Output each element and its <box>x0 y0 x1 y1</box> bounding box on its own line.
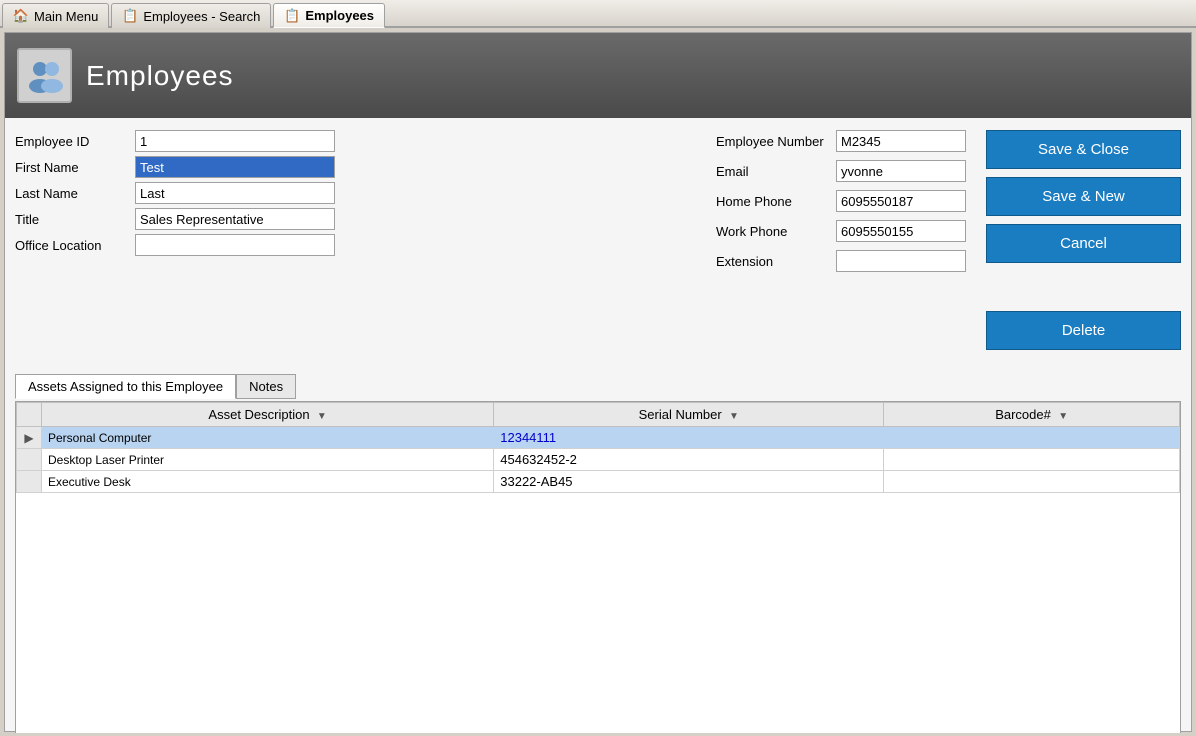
serial-number-cell: 33222-AB45 <box>494 471 884 493</box>
content-wrapper: Employee ID First Name Last Name Title O… <box>5 118 1191 733</box>
office-location-input[interactable] <box>135 234 335 256</box>
office-location-label: Office Location <box>15 238 135 253</box>
employees-search-icon: 📋 <box>122 8 138 24</box>
employee-number-label: Employee Number <box>716 134 836 149</box>
home-phone-row: Home Phone <box>716 190 966 212</box>
section-tabs: Assets Assigned to this Employee Notes <box>5 368 1191 399</box>
asset-description-cell: Personal Computer <box>42 427 494 449</box>
home-phone-label: Home Phone <box>716 194 836 209</box>
form-area: Employee ID First Name Last Name Title O… <box>5 118 1191 368</box>
title-row: Title <box>15 208 686 230</box>
first-name-label: First Name <box>15 160 135 175</box>
asset-description-header[interactable]: Asset Description ▼ <box>42 403 494 427</box>
serial-number-cell: 12344111 <box>494 427 884 449</box>
extension-input[interactable] <box>836 250 966 272</box>
barcode-sort-icon: ▼ <box>1058 411 1068 422</box>
row-num-header <box>17 403 42 427</box>
barcode-cell <box>884 471 1180 493</box>
employee-number-input[interactable] <box>836 130 966 152</box>
email-label: Email <box>716 164 836 179</box>
first-name-input[interactable] <box>135 156 335 178</box>
row-num <box>17 471 42 493</box>
employee-number-row: Employee Number <box>716 130 966 152</box>
main-menu-icon: 🏠 <box>13 8 29 24</box>
table-row[interactable]: ▶ Personal Computer 12344111 <box>17 427 1180 449</box>
cancel-button[interactable]: Cancel <box>986 224 1181 263</box>
employee-id-input[interactable] <box>135 130 335 152</box>
notes-tab[interactable]: Notes <box>236 374 296 399</box>
button-column: Save & Close Save & New Cancel Delete <box>976 130 1181 358</box>
email-input[interactable] <box>836 160 966 182</box>
save-new-button[interactable]: Save & New <box>986 177 1181 216</box>
assets-table: Asset Description ▼ Serial Number ▼ Barc… <box>16 402 1180 493</box>
barcode-header[interactable]: Barcode# ▼ <box>884 403 1180 427</box>
form-left-fields: Employee ID First Name Last Name Title O… <box>15 130 686 358</box>
extension-row: Extension <box>716 250 966 272</box>
tab-main-menu[interactable]: 🏠 Main Menu <box>2 3 109 28</box>
header-icon <box>17 48 72 103</box>
work-phone-row: Work Phone <box>716 220 966 242</box>
last-name-row: Last Name <box>15 182 686 204</box>
page-title: Employees <box>86 60 234 92</box>
delete-button[interactable]: Delete <box>986 311 1181 350</box>
title-label: Title <box>15 212 135 227</box>
assets-tab[interactable]: Assets Assigned to this Employee <box>15 374 236 399</box>
tab-bar: 🏠 Main Menu 📋 Employees - Search 📋 Emplo… <box>0 0 1196 28</box>
tab-employees-search-label: Employees - Search <box>143 9 260 24</box>
save-close-button[interactable]: Save & Close <box>986 130 1181 169</box>
row-num <box>17 449 42 471</box>
title-input[interactable] <box>135 208 335 230</box>
tab-employees-label: Employees <box>305 8 374 23</box>
last-name-input[interactable] <box>135 182 335 204</box>
asset-description-sort-icon: ▼ <box>317 411 327 422</box>
tab-main-menu-label: Main Menu <box>34 9 98 24</box>
employee-id-label: Employee ID <box>15 134 135 149</box>
main-content: Employees Employee ID First Name Last Na… <box>4 32 1192 732</box>
table-header-row: Asset Description ▼ Serial Number ▼ Barc… <box>17 403 1180 427</box>
email-row: Email <box>716 160 966 182</box>
serial-number-cell: 454632452-2 <box>494 449 884 471</box>
asset-description-cell: Desktop Laser Printer <box>42 449 494 471</box>
tab-employees-search[interactable]: 📋 Employees - Search <box>111 3 271 28</box>
serial-number-header[interactable]: Serial Number ▼ <box>494 403 884 427</box>
table-row[interactable]: Desktop Laser Printer 454632452-2 <box>17 449 1180 471</box>
row-num: ▶ <box>17 427 42 449</box>
asset-description-cell: Executive Desk <box>42 471 494 493</box>
employees-icon: 📋 <box>284 8 300 24</box>
tab-employees[interactable]: 📋 Employees <box>273 3 385 28</box>
page-header: Employees <box>5 33 1191 118</box>
extension-label: Extension <box>716 254 836 269</box>
first-name-row: First Name <box>15 156 686 178</box>
work-phone-input[interactable] <box>836 220 966 242</box>
barcode-cell <box>884 449 1180 471</box>
office-location-row: Office Location <box>15 234 686 256</box>
last-name-label: Last Name <box>15 186 135 201</box>
home-phone-input[interactable] <box>836 190 966 212</box>
form-right-fields: Employee Number Email Home Phone Work Ph… <box>716 130 966 358</box>
barcode-cell <box>884 427 1180 449</box>
employee-id-row: Employee ID <box>15 130 686 152</box>
serial-number-sort-icon: ▼ <box>729 411 739 422</box>
table-row[interactable]: Executive Desk 33222-AB45 <box>17 471 1180 493</box>
assets-area: Asset Description ▼ Serial Number ▼ Barc… <box>15 401 1181 733</box>
work-phone-label: Work Phone <box>716 224 836 239</box>
